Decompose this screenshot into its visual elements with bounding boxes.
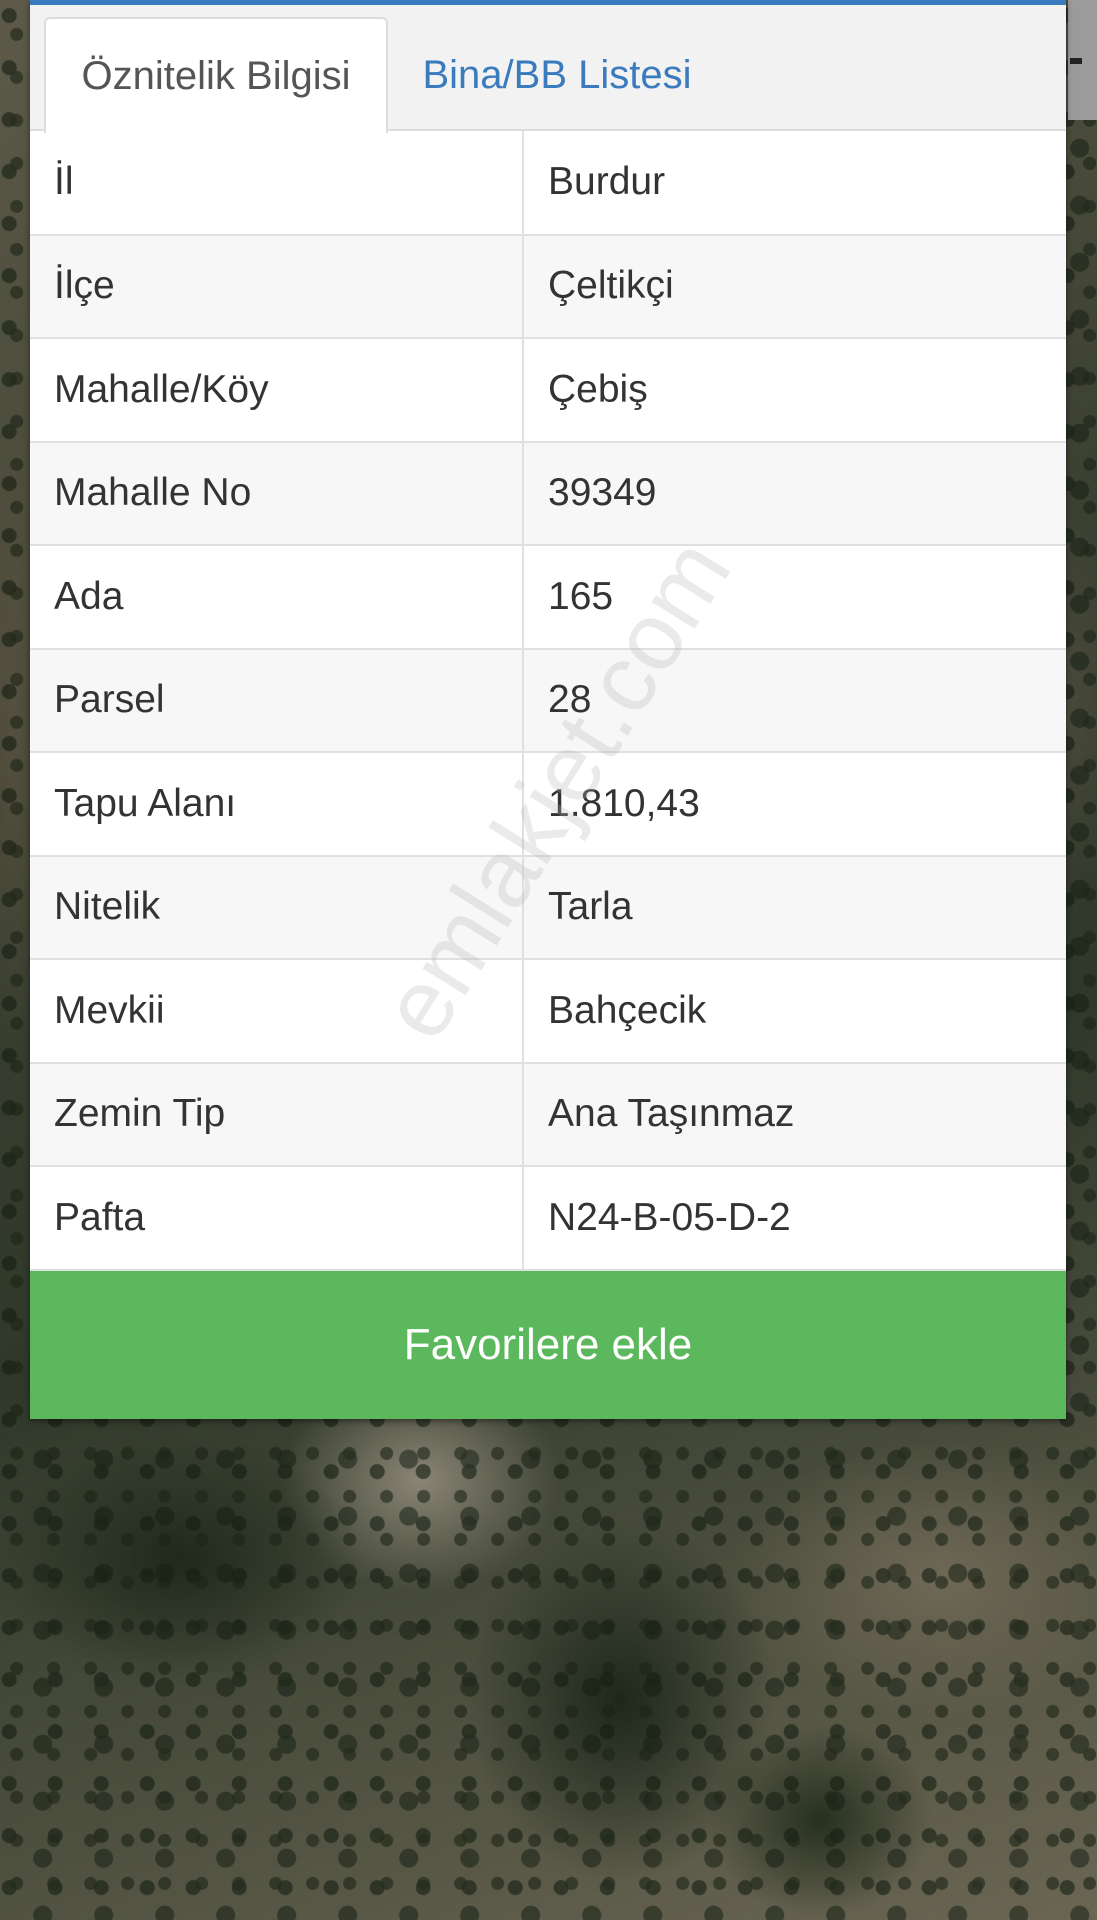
attr-key: Mevkii — [30, 959, 524, 1064]
table-row: Tapu Alanı 1.810,43 — [30, 752, 1066, 857]
tab-bar: Öznitelik Bilgisi Bina/BB Listesi — [30, 5, 1066, 133]
attr-key: Tapu Alanı — [30, 752, 524, 857]
attr-key: İlçe — [30, 234, 524, 339]
attr-value: 39349 — [523, 441, 1066, 546]
table-row: Parsel 28 — [30, 648, 1066, 753]
tab-building-list[interactable]: Bina/BB Listesi — [392, 17, 722, 133]
add-to-favorites-button[interactable]: Favorilere ekle — [30, 1270, 1066, 1419]
map-control-edge[interactable] — [1068, 0, 1097, 120]
attr-value: 1.810,43 — [523, 752, 1066, 857]
attr-value: Çebiş — [523, 338, 1066, 443]
attr-key: Mahalle No — [30, 441, 524, 546]
attr-value: Bahçecik — [523, 959, 1066, 1064]
attr-value: Ana Taşınmaz — [523, 1062, 1066, 1167]
attr-key: Nitelik — [30, 855, 524, 960]
table-row: İl Burdur — [30, 131, 1066, 236]
attr-key: Pafta — [30, 1166, 524, 1271]
table-row: Mahalle/Köy Çebiş — [30, 338, 1066, 443]
attribute-table: İl Burdur İlçe Çeltikçi Mahalle/Köy Çebi… — [30, 131, 1066, 1271]
table-row: Nitelik Tarla — [30, 855, 1066, 960]
table-row: İlçe Çeltikçi — [30, 234, 1066, 339]
table-row: Pafta N24-B-05-D-2 — [30, 1166, 1066, 1271]
attr-key: Parsel — [30, 648, 524, 753]
table-row: Mevkii Bahçecik — [30, 959, 1066, 1064]
info-panel: Öznitelik Bilgisi Bina/BB Listesi İl Bur… — [30, 0, 1066, 1419]
attr-key: Ada — [30, 545, 524, 650]
table-row: Mahalle No 39349 — [30, 441, 1066, 546]
map-control-icon — [1070, 58, 1082, 64]
attr-key: Zemin Tip — [30, 1062, 524, 1167]
attr-value: 165 — [523, 545, 1066, 650]
attr-value: 28 — [523, 648, 1066, 753]
attr-value: Tarla — [523, 855, 1066, 960]
attr-value: Çeltikçi — [523, 234, 1066, 339]
attr-value: N24-B-05-D-2 — [523, 1166, 1066, 1271]
attr-key: İl — [30, 131, 524, 236]
table-row: Ada 165 — [30, 545, 1066, 650]
table-row: Zemin Tip Ana Taşınmaz — [30, 1062, 1066, 1167]
attr-key: Mahalle/Köy — [30, 338, 524, 443]
attr-value: Burdur — [523, 131, 1066, 236]
tab-attribute-info[interactable]: Öznitelik Bilgisi — [44, 17, 388, 133]
